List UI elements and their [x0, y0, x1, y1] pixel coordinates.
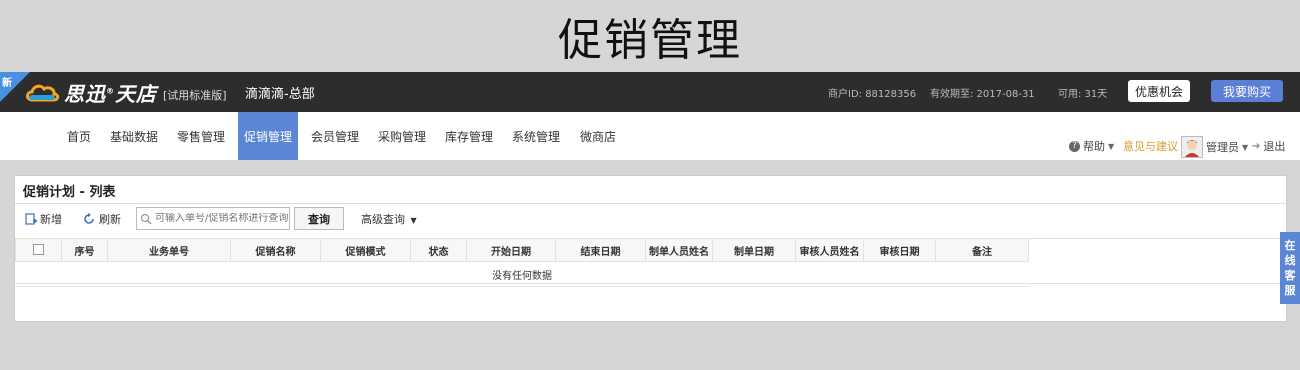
nav-item-system[interactable]: 系统管理	[506, 112, 566, 160]
logo[interactable]: 思迅®天店 [试用标准版]	[24, 78, 227, 106]
refresh-button[interactable]: 刷新	[83, 211, 121, 227]
page-heading: 促销管理	[558, 15, 742, 66]
chevron-down-icon: ▼	[1242, 142, 1249, 152]
table-header-row: 序号 业务单号 促销名称 促销模式 状态 开始日期 结束日期 制单人员姓名 制单…	[15, 238, 1029, 262]
promotion-table: 序号 业务单号 促销名称 促销模式 状态 开始日期 结束日期 制单人员姓名 制单…	[15, 238, 1029, 287]
service-char: 在	[1284, 239, 1296, 252]
chevron-down-icon: ▼	[1108, 141, 1115, 151]
merchant-id: 商户ID: 88128356	[828, 89, 917, 100]
panel-title: 促销计划 - 列表	[23, 185, 116, 200]
admin-label: 管理员	[1206, 141, 1239, 154]
buy-button[interactable]: 我要购买	[1211, 80, 1283, 102]
advanced-query-label: 高级查询	[361, 213, 405, 226]
search-input[interactable]	[155, 213, 289, 224]
available-days: 可用: 31天	[1058, 89, 1108, 100]
column-header[interactable]: 状态	[410, 238, 467, 262]
nav-item-basic-data[interactable]: 基础数据	[104, 112, 164, 160]
column-header[interactable]: 审核人员姓名	[795, 238, 864, 262]
query-button[interactable]: 查询	[294, 207, 344, 230]
logout-icon: ➔	[1252, 140, 1261, 152]
caret-down-icon: ▼	[410, 216, 417, 225]
help-menu[interactable]: ? 帮助 ▼	[1069, 138, 1114, 154]
service-char: 客	[1284, 269, 1296, 282]
nav-item-micro-store[interactable]: 微商店	[573, 112, 623, 160]
panel-divider	[15, 203, 1286, 204]
search-box[interactable]	[136, 207, 290, 230]
logout-label: 退出	[1263, 140, 1286, 153]
refresh-icon	[84, 213, 94, 224]
column-header[interactable]: 业务单号	[107, 238, 231, 262]
add-label: 新增	[40, 213, 62, 226]
page-banner: 促销管理	[0, 0, 1300, 72]
nav-item-home[interactable]: 首页	[58, 112, 100, 160]
select-all-checkbox[interactable]	[33, 244, 44, 256]
column-header[interactable]: 结束日期	[555, 238, 646, 262]
column-header[interactable]: 制单日期	[712, 238, 796, 262]
promo-button[interactable]: 优惠机会	[1128, 80, 1190, 102]
promotion-panel: 促销计划 - 列表 新增 刷新 查询 高级查询 ▼	[14, 175, 1287, 322]
store-name: 滴滴滴-总部	[245, 87, 315, 102]
cloud-logo-icon	[26, 84, 60, 102]
search-icon	[140, 213, 152, 224]
column-header[interactable]: 促销名称	[230, 238, 321, 262]
column-header[interactable]: 审核日期	[863, 238, 936, 262]
add-icon	[25, 213, 37, 225]
column-header[interactable]: 开始日期	[466, 238, 556, 262]
service-char: 服	[1284, 284, 1296, 297]
expire-date: 有效期至: 2017-08-31	[930, 89, 1035, 100]
avatar-icon	[1185, 140, 1199, 157]
column-header[interactable]: 促销模式	[320, 238, 411, 262]
add-button[interactable]: 新增	[25, 211, 62, 227]
logout-link[interactable]: ➔ 退出	[1252, 138, 1285, 154]
new-badge: 新	[2, 78, 12, 89]
column-header[interactable]: 制单人员姓名	[645, 238, 713, 262]
select-all-cell[interactable]	[15, 238, 62, 262]
refresh-label: 刷新	[99, 213, 121, 226]
feedback-link[interactable]: 意见与建议	[1123, 138, 1178, 154]
advanced-query-button[interactable]: 高级查询 ▼	[361, 211, 417, 227]
grid-bottom-border	[15, 283, 1286, 284]
online-service-tab[interactable]: 在 线 客 服	[1280, 232, 1300, 304]
column-header[interactable]: 备注	[935, 238, 1029, 262]
help-icon: ?	[1069, 140, 1080, 152]
column-header[interactable]: 序号	[61, 238, 108, 262]
logo-edition: [试用标准版]	[163, 89, 227, 102]
logo-text: 思迅®天店	[64, 81, 157, 106]
help-label: 帮助	[1083, 140, 1105, 153]
avatar	[1181, 136, 1203, 158]
top-bar: 新 思迅®天店 [试用标准版] 滴滴滴-总部 商户ID: 88128356 有效…	[0, 72, 1300, 112]
service-char: 线	[1284, 254, 1296, 267]
main-nav: 首页 基础数据 零售管理 促销管理 会员管理 采购管理 库存管理 系统管理 微商…	[0, 112, 1300, 160]
nav-item-purchase[interactable]: 采购管理	[372, 112, 432, 160]
nav-item-retail[interactable]: 零售管理	[171, 112, 231, 160]
nav-item-member[interactable]: 会员管理	[305, 112, 365, 160]
admin-menu[interactable]: 管理员 ▼	[1181, 136, 1248, 158]
nav-item-promotion[interactable]: 促销管理	[238, 112, 298, 160]
nav-item-inventory[interactable]: 库存管理	[439, 112, 499, 160]
